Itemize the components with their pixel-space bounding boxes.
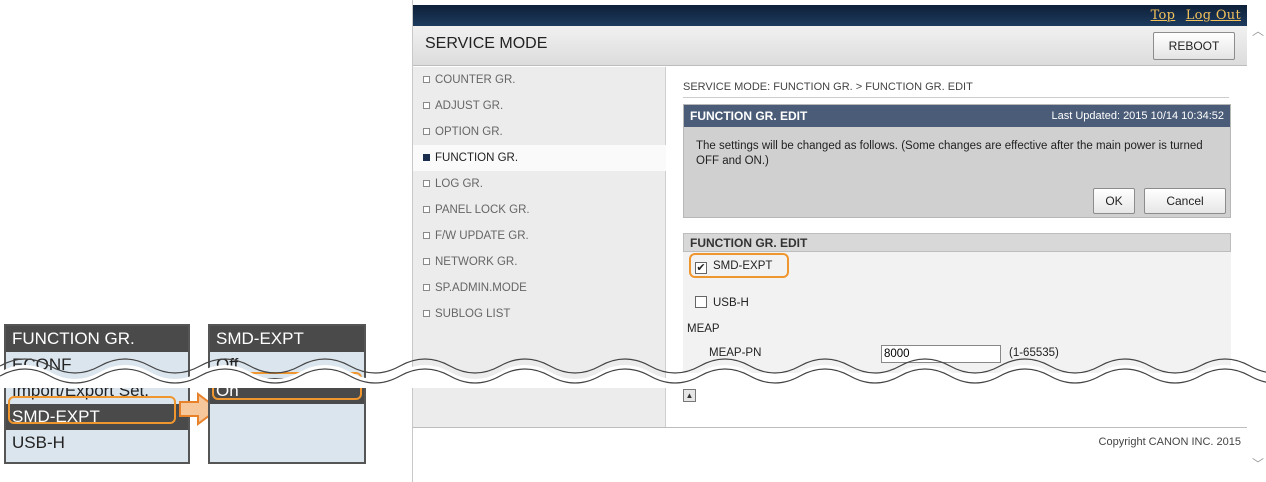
checkmark-icon: ✔ [696, 262, 706, 274]
sidebar-item-label: SP.ADMIN.MODE [435, 282, 527, 294]
scroll-to-top-icon[interactable]: ▲ [683, 389, 696, 402]
sidebar-item[interactable]: FUNCTION GR. [413, 145, 666, 171]
sidebar-item-label: SUBLOG LIST [435, 308, 511, 320]
main-content: SERVICE MODE: FUNCTION GR. > FUNCTION GR… [667, 67, 1247, 427]
sidebar-item[interactable]: ADJUST GR. [413, 93, 666, 119]
meap-label: MEAP [687, 323, 720, 335]
sidebar-item[interactable]: COUNTER GR. [413, 67, 666, 93]
bullet-icon [423, 102, 430, 109]
usb-h-checkbox[interactable] [695, 296, 707, 308]
bullet-icon [423, 232, 430, 239]
usb-h-label: USB-H [713, 297, 749, 309]
sidebar: COUNTER GR. ADJUST GR. OPTION GR. FUNCTION … [413, 67, 666, 427]
smd-expt-checkbox[interactable]: ✔ [695, 262, 707, 274]
meap-pn-label: MEAP-PN [709, 347, 762, 359]
lcd-menu-item-econf[interactable]: ECONF [6, 352, 188, 378]
top-bar: Top Log Out [413, 5, 1247, 26]
lcd-menu-item-usb-h[interactable]: USB-H [6, 430, 188, 456]
lcd-function-menu: FUNCTION GR. ECONF Import/Export Set. SM… [4, 324, 190, 464]
edit-section-header: FUNCTION GR. EDIT [683, 233, 1231, 252]
footer: Copyright CANON INC. 2015 [413, 427, 1247, 482]
bullet-icon [423, 310, 430, 317]
page-title: SERVICE MODE [425, 35, 548, 52]
sidebar-item[interactable]: LOG GR. [413, 171, 666, 197]
title-bar: SERVICE MODE REBOOT [413, 26, 1247, 66]
meap-pn-input[interactable] [881, 345, 1001, 363]
sidebar-item[interactable]: SP.ADMIN.MODE [413, 275, 666, 301]
logout-link[interactable]: Log Out [1186, 8, 1241, 23]
lcd-menu-header: FUNCTION GR. [6, 326, 188, 352]
lcd-option-off[interactable]: Off [210, 352, 364, 378]
sidebar-item-label: NETWORK GR. [435, 256, 518, 268]
sidebar-item-label: LOG GR. [435, 178, 483, 190]
usb-h-checkbox-row[interactable]: USB-H [695, 296, 749, 309]
lcd-smd-expt-menu: SMD-EXPT Off On [208, 324, 366, 464]
lcd-submenu-header: SMD-EXPT [210, 326, 364, 352]
sidebar-item[interactable]: SUBLOG LIST [413, 301, 666, 327]
cancel-button[interactable]: Cancel [1144, 188, 1226, 214]
scrollbar[interactable]: ︿ ﹀ [1249, 0, 1266, 482]
confirm-title: FUNCTION GR. EDIT [690, 109, 808, 123]
confirm-panel: FUNCTION GR. EDIT Last Updated: 2015 10/… [683, 104, 1231, 218]
bullet-icon [423, 154, 430, 161]
edit-section: FUNCTION GR. EDIT ✔ SMD-EXPT USB-H MEAP M… [683, 233, 1231, 373]
chevron-down-icon[interactable]: ﹀ [1251, 455, 1265, 472]
sidebar-item-label: PANEL LOCK GR. [435, 204, 530, 216]
bullet-icon [423, 206, 430, 213]
sidebar-item[interactable]: F/W UPDATE GR. [413, 223, 666, 249]
breadcrumb: SERVICE MODE: FUNCTION GR. > FUNCTION GR… [683, 81, 1229, 98]
bullet-icon [423, 128, 430, 135]
browser-window: Top Log Out SERVICE MODE REBOOT COUNTER … [412, 0, 1266, 482]
chevron-up-icon[interactable]: ︿ [1251, 22, 1265, 39]
bullet-icon [423, 76, 430, 83]
sidebar-item[interactable]: OPTION GR. [413, 119, 666, 145]
confirm-message: The settings will be changed as follows.… [696, 140, 1203, 167]
smd-expt-label: SMD-EXPT [713, 260, 773, 272]
sidebar-item-label: COUNTER GR. [435, 74, 516, 86]
top-links: Top Log Out [1145, 8, 1241, 23]
sidebar-item[interactable]: PANEL LOCK GR. [413, 197, 666, 223]
lcd-menu-item-import-export[interactable]: Import/Export Set. [6, 378, 188, 404]
bullet-icon [423, 284, 430, 291]
sidebar-item-label: ADJUST GR. [435, 100, 504, 112]
sidebar-item-label: F/W UPDATE GR. [435, 230, 529, 242]
reboot-button[interactable]: REBOOT [1153, 32, 1235, 60]
last-updated: Last Updated: 2015 10/14 10:34:52 [1051, 110, 1224, 122]
smd-expt-checkbox-row[interactable]: ✔ SMD-EXPT [695, 260, 772, 274]
lcd-menu-item-smd-expt[interactable]: SMD-EXPT [6, 404, 188, 430]
sidebar-item-label: OPTION GR. [435, 126, 503, 138]
bullet-icon [423, 258, 430, 265]
top-link[interactable]: Top [1151, 8, 1176, 23]
copyright: Copyright CANON INC. 2015 [1098, 436, 1241, 448]
sidebar-item[interactable]: NETWORK GR. [413, 249, 666, 275]
confirm-header: FUNCTION GR. EDIT Last Updated: 2015 10/… [684, 105, 1230, 127]
lcd-option-on[interactable]: On [210, 378, 364, 404]
bullet-icon [423, 180, 430, 187]
meap-pn-range: (1-65535) [1009, 347, 1059, 359]
sidebar-item-label: FUNCTION GR. [435, 152, 519, 164]
ok-button[interactable]: OK [1093, 188, 1135, 214]
